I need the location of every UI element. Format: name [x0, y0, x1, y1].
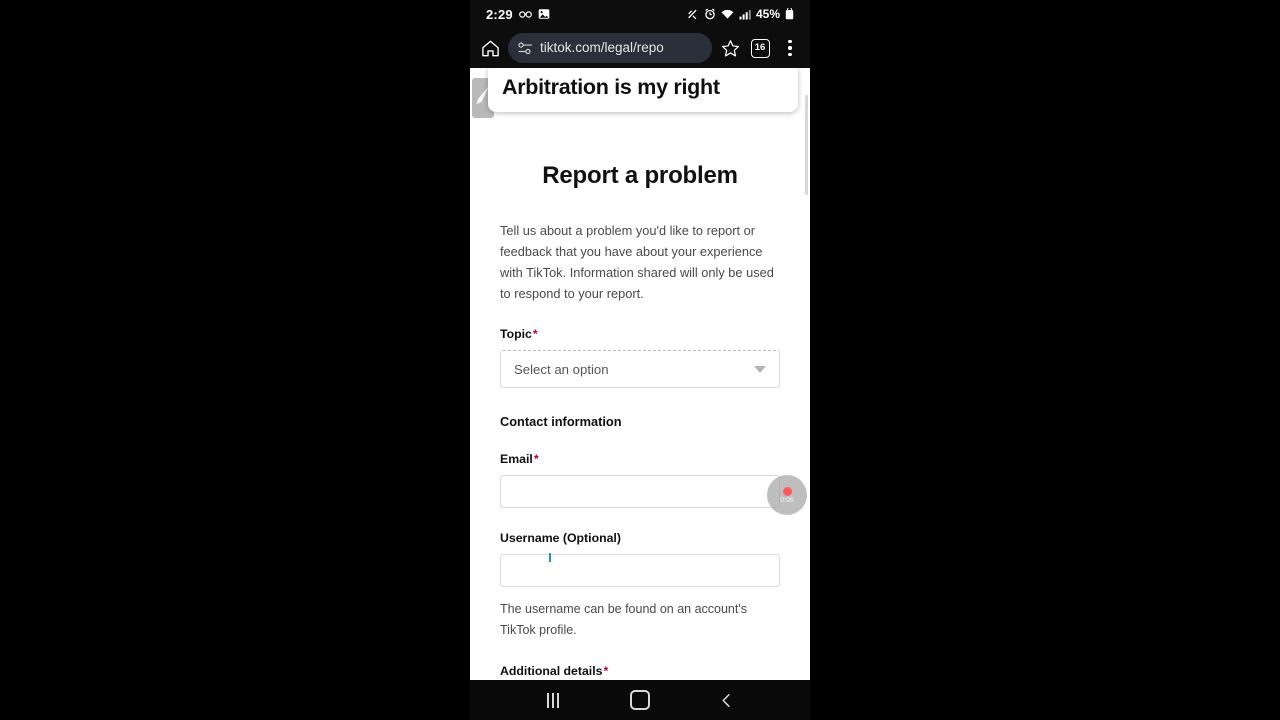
- intro-paragraph: Tell us about a problem you'd like to re…: [500, 223, 774, 301]
- nav-recents-button[interactable]: [535, 682, 571, 718]
- email-label-text: Email: [500, 452, 533, 466]
- page-title: Report a problem: [542, 162, 738, 189]
- overlay-note-card[interactable]: Arbitration is my right: [488, 68, 798, 112]
- tab-switcher-button[interactable]: 16: [748, 36, 772, 60]
- silent-mode-icon: [688, 9, 697, 19]
- username-label: Username (Optional): [500, 531, 621, 545]
- star-icon: [721, 39, 739, 57]
- status-bar: 2:29 45%: [470, 0, 810, 28]
- android-nav-bar: [470, 680, 810, 720]
- nav-back-button[interactable]: [709, 682, 745, 718]
- chevron-down-icon: [754, 365, 766, 373]
- username-input[interactable]: [500, 553, 780, 587]
- screen-recorder-bubble[interactable]: 0:06: [767, 475, 807, 515]
- topic-select-value: Select an option: [514, 361, 609, 377]
- address-bar-url: tiktok.com/legal/repo: [540, 41, 664, 55]
- status-clock: 2:29: [486, 6, 513, 22]
- image-icon: [538, 9, 550, 19]
- additional-details-label-text: Additional details: [500, 664, 603, 678]
- topic-select[interactable]: Select an option: [500, 350, 780, 388]
- phone-frame: 2:29 45% tiktok.com/legal/repo 16 Arbitr…: [470, 0, 810, 720]
- tab-count-label: 16: [750, 38, 770, 58]
- browser-toolbar: tiktok.com/legal/repo 16: [470, 28, 810, 68]
- email-label: Email*: [500, 452, 780, 466]
- additional-details-required-marker: *: [603, 664, 609, 678]
- back-icon: [722, 693, 730, 707]
- recents-icon: [547, 692, 560, 708]
- status-bar-right: 45%: [686, 8, 794, 21]
- webpage-viewport: Arbitration is my right Report a problem…: [470, 68, 810, 680]
- battery-percentage: 45%: [755, 7, 780, 21]
- form-content: Report a problem Tell us about a problem…: [470, 68, 810, 678]
- bookmark-button[interactable]: [718, 36, 742, 60]
- kebab-menu-icon: [788, 39, 792, 57]
- wifi-icon: [721, 9, 734, 19]
- browser-home-button[interactable]: [478, 36, 502, 60]
- cellular-signal-icon: [739, 9, 751, 19]
- address-bar[interactable]: tiktok.com/legal/repo: [508, 33, 712, 63]
- recording-timer: 0:06: [780, 496, 794, 504]
- browser-menu-button[interactable]: [778, 36, 802, 60]
- additional-details-label: Additional details*: [500, 664, 780, 678]
- topic-label: Topic*: [500, 327, 780, 341]
- screen-root: 2:29 45% tiktok.com/legal/repo 16 Arbitr…: [0, 0, 1280, 720]
- nav-home-button[interactable]: [622, 682, 658, 718]
- home-icon: [629, 690, 650, 710]
- topic-required-marker: *: [532, 327, 538, 341]
- home-icon: [481, 40, 499, 56]
- alarm-icon: [705, 8, 715, 20]
- glasses-icon: [518, 10, 532, 18]
- record-dot-icon: [782, 486, 792, 496]
- email-input[interactable]: [500, 475, 780, 508]
- email-required-marker: *: [533, 452, 539, 466]
- battery-icon: [785, 8, 794, 20]
- site-settings-icon: [518, 41, 533, 54]
- topic-label-text: Topic: [500, 327, 532, 341]
- overlay-note-title: Arbitration is my right: [502, 75, 720, 100]
- status-bar-left: 2:29: [486, 8, 550, 21]
- text-caret-icon: [549, 553, 551, 562]
- username-helper-text: The username can be found on an account'…: [500, 602, 747, 637]
- contact-information-heading: Contact information: [500, 414, 622, 429]
